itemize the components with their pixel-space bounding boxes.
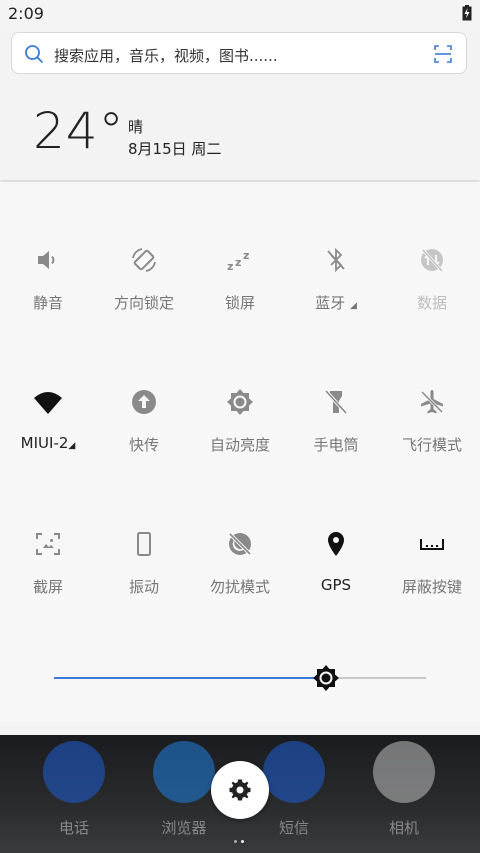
auto-brightness-icon: [227, 389, 253, 415]
battery-icon: [462, 5, 472, 21]
search-input[interactable]: 搜索应用，音乐，视频，图书......: [54, 45, 278, 66]
toggle-quick-transfer[interactable]: 快传: [96, 388, 192, 488]
volume-icon: [38, 251, 55, 269]
toggle-label: 勿扰模式: [209, 578, 270, 596]
toggle-label: 快传: [128, 436, 159, 454]
rotation-lock-icon: [132, 248, 156, 272]
toggle-label: 自动亮度: [209, 436, 270, 454]
page-dot-active: [241, 840, 244, 843]
dock-app-label: 相机: [388, 819, 419, 837]
search-icon: [25, 45, 43, 63]
brightness-track-fill: [54, 677, 326, 679]
toggle-label: 飞行模式: [401, 436, 462, 454]
quick-settings-grid: 静音 方向锁定 z z z 锁屏 蓝牙 ◢ 数据 MIUI-2◢ 快传 自动亮度…: [0, 182, 480, 722]
toggle-label: 静音: [32, 294, 63, 312]
toggle-screenshot[interactable]: 截屏: [0, 530, 96, 630]
dock-app-phone[interactable]: 电话: [34, 741, 114, 838]
gear-icon: [229, 779, 251, 801]
brightness-thumb-icon[interactable]: [312, 664, 340, 692]
toggle-vibrate[interactable]: 振动: [96, 530, 192, 630]
location-icon: [328, 532, 344, 556]
screenshot-icon: [36, 533, 60, 555]
status-bar: 2:09: [0, 0, 480, 26]
toggle-flashlight[interactable]: 手电筒: [288, 388, 384, 488]
scan-icon[interactable]: [434, 45, 452, 63]
upload-icon: [132, 390, 156, 414]
toggle-label: 屏蔽按键: [401, 578, 462, 596]
date: 8月15日 周二: [128, 140, 222, 158]
home-dock: 电话 浏览器 短信 相机: [0, 735, 480, 853]
search-bar[interactable]: 搜索应用，音乐，视频，图书......: [11, 32, 467, 74]
weather-panel[interactable]: 24° 晴 8月15日 周二: [0, 84, 480, 180]
toggle-label: 手电筒: [313, 436, 359, 454]
weather-condition: 晴: [128, 118, 144, 136]
toggle-label: 方向锁定: [113, 294, 174, 312]
toggle-mute[interactable]: 静音: [0, 246, 96, 346]
toggle-airplane-mode[interactable]: 飞行模式: [384, 388, 480, 488]
toggle-label: 截屏: [32, 578, 63, 596]
bluetooth-off-icon: [327, 247, 345, 273]
toggle-label: 数据: [416, 294, 447, 312]
toggle-label: 振动: [128, 578, 159, 596]
block-keys-icon: [420, 539, 444, 550]
toggle-rotation-lock[interactable]: 方向锁定: [96, 246, 192, 346]
toggle-label: 锁屏: [224, 294, 255, 312]
brightness-slider[interactable]: [54, 665, 426, 691]
dropdown-triangle-icon: ◢: [349, 301, 357, 311]
toggle-auto-brightness[interactable]: 自动亮度: [192, 388, 288, 488]
airplane-icon: [420, 390, 444, 414]
toggle-mobile-data[interactable]: 数据: [384, 246, 480, 346]
page-indicator: [232, 828, 246, 847]
toggle-wifi[interactable]: MIUI-2◢: [0, 388, 96, 488]
dropdown-triangle-icon: ◢: [68, 441, 76, 451]
toggle-do-not-disturb[interactable]: 勿扰模式: [192, 530, 288, 630]
toggle-block-keys[interactable]: 屏蔽按键: [384, 530, 480, 630]
svg-text:z: z: [235, 256, 241, 269]
settings-button[interactable]: [211, 761, 269, 819]
do-not-disturb-icon: [228, 532, 252, 556]
toggle-label: GPS: [320, 576, 352, 594]
toggle-gps[interactable]: GPS: [288, 530, 384, 630]
svg-text:z: z: [243, 249, 249, 262]
temperature: 24°: [33, 102, 125, 160]
toggle-label: 蓝牙 ◢: [315, 294, 357, 312]
svg-text:z: z: [227, 260, 233, 273]
toggle-label: MIUI-2◢: [20, 434, 76, 452]
dock-app-label: 浏览器: [161, 819, 207, 837]
mobile-data-off-icon: [421, 248, 444, 273]
phone-icon: [43, 741, 105, 803]
wifi-icon: [34, 392, 62, 414]
vibrate-icon: [137, 532, 151, 556]
status-time: 2:09: [8, 4, 44, 23]
dock-app-label: 电话: [58, 819, 89, 837]
brightness-track: [326, 677, 426, 679]
camera-icon: [373, 741, 435, 803]
page-dot: [234, 840, 237, 843]
dock-app-camera[interactable]: 相机: [364, 741, 444, 838]
browser-icon: [153, 741, 215, 803]
flashlight-off-icon: [324, 389, 348, 415]
message-icon: [263, 741, 325, 803]
dock-app-label: 短信: [278, 819, 309, 837]
sleep-zzz-icon: z z z: [227, 249, 249, 273]
toggle-lock-screen[interactable]: z z z 锁屏: [192, 246, 288, 346]
toggle-bluetooth[interactable]: 蓝牙 ◢: [288, 246, 384, 346]
